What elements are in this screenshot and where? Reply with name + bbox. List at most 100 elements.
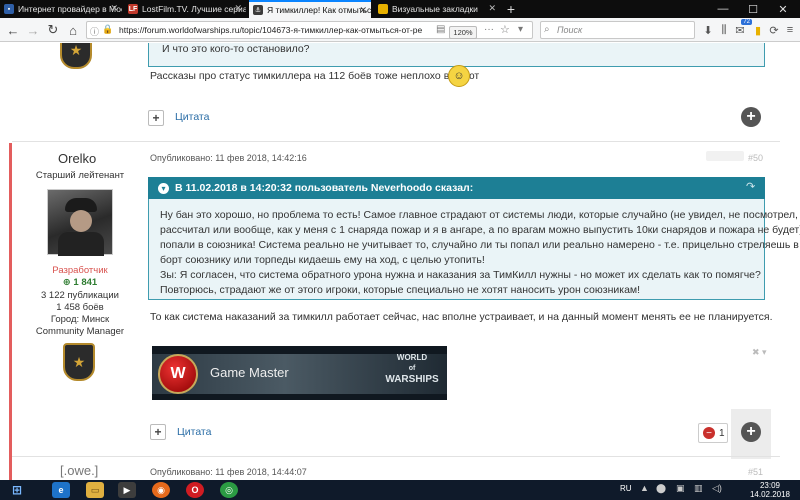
quote-link[interactable]: Цитата bbox=[175, 111, 209, 123]
forum-page: ★ И что это кого-то остановило? Рассказы… bbox=[0, 43, 800, 480]
explorer-icon[interactable]: ▭ bbox=[86, 482, 104, 498]
reputation-icon: ⊕ bbox=[62, 277, 74, 288]
lostfilm-icon: LF bbox=[128, 4, 138, 14]
chevron-down-icon[interactable]: ▾ bbox=[158, 182, 169, 194]
post-divider bbox=[12, 141, 780, 142]
reader-view-icon[interactable]: ▤ bbox=[436, 24, 445, 35]
quote-header: ▾ В 11.02.2018 в 14:20:32 пользователь N… bbox=[148, 177, 765, 199]
folder-icon: ▪ bbox=[4, 4, 14, 14]
chrome-icon[interactable]: ◎ bbox=[220, 482, 238, 498]
reputation: ⊕ 1 841 bbox=[62, 277, 98, 288]
forward-button[interactable]: → bbox=[24, 21, 42, 39]
emoji-icon: ☺ bbox=[448, 65, 470, 87]
quote-tail-text: И что это кого-то остановило? bbox=[162, 43, 310, 55]
publications-count: 3 122 публикации bbox=[41, 290, 119, 301]
quote-line: рассчитал или вообще, как у меня с 1 сна… bbox=[160, 224, 800, 236]
next-author-name[interactable]: [.owe.] bbox=[60, 463, 98, 478]
info-icon[interactable]: ⓘ bbox=[90, 25, 99, 38]
multiquote-button[interactable]: + bbox=[148, 110, 164, 126]
post-divider bbox=[12, 456, 780, 457]
rank-badge-icon: ★ bbox=[60, 43, 92, 69]
post-number[interactable]: #50 bbox=[748, 153, 763, 163]
language-indicator[interactable]: RU bbox=[620, 484, 632, 493]
collapse-signature-icon[interactable]: ✖ ▾ bbox=[752, 347, 767, 358]
quote-line: Зы: Я согласен, что система обратного ур… bbox=[160, 269, 761, 281]
page-actions-icon[interactable]: ··· bbox=[484, 24, 494, 35]
signature-banner: W Game Master WORLD of WARSHIPS bbox=[152, 346, 447, 400]
reaction-counter[interactable]: − 1 bbox=[698, 423, 728, 443]
extension-icon[interactable]: 72 ✉ bbox=[732, 19, 752, 38]
quote-line: борт союзнику или торпеды кидаешь ему на… bbox=[160, 254, 485, 266]
tab-title: Визуальные закладки bbox=[392, 4, 478, 14]
zoom-indicator[interactable]: 120% bbox=[449, 26, 477, 39]
author-role: Разработчик bbox=[52, 265, 108, 276]
yandex-icon bbox=[378, 4, 388, 14]
lock-icon: 🔒 bbox=[102, 24, 114, 34]
media-player-icon[interactable]: ▶ bbox=[118, 482, 136, 498]
battles-count: 1 458 боёв bbox=[56, 302, 104, 313]
author-name[interactable]: Orelko bbox=[58, 151, 96, 166]
back-button[interactable]: ← bbox=[4, 21, 22, 39]
tab-forum-active[interactable]: ⚓ Я тимкиллер! Как отмыться от ✕ bbox=[249, 0, 371, 18]
action-center-icon[interactable]: ▣ bbox=[676, 483, 685, 494]
downloads-icon[interactable]: ⬇ bbox=[700, 22, 716, 38]
volume-icon[interactable]: ◁) bbox=[712, 483, 722, 494]
rank-badge-icon: ★ bbox=[63, 343, 95, 381]
wot-logo-icon: W bbox=[158, 354, 198, 394]
close-icon[interactable]: ✕ bbox=[110, 3, 118, 14]
tab-title: Интернет провайдер в Москв bbox=[18, 4, 122, 14]
tab-title: Я тимкиллер! Как отмыться от bbox=[267, 5, 371, 15]
search-input[interactable]: Поиск bbox=[540, 21, 695, 39]
sync-icon[interactable]: ⟳ bbox=[766, 22, 782, 38]
quote-line: Ну бан это хорошо, но проблема то есть! … bbox=[160, 209, 800, 221]
next-post-number[interactable]: #51 bbox=[748, 467, 763, 477]
system-clock[interactable]: 23:09 14.02.2018 bbox=[742, 481, 798, 499]
banner-title: Game Master bbox=[210, 365, 289, 380]
library-icon[interactable]: ⫼ bbox=[716, 22, 732, 38]
post-text: Рассказы про статус тимкиллера на 112 бо… bbox=[150, 70, 480, 82]
bookmark-star-icon[interactable]: ☆ bbox=[500, 23, 510, 36]
url-text: https://forum.worldofwarships.ru/topic/1… bbox=[119, 25, 423, 35]
tab-lostfilm[interactable]: LF LostFilm.TV. Лучшие сериал ✕ bbox=[124, 0, 246, 18]
new-tab-button[interactable]: + bbox=[502, 0, 520, 18]
tray-app-icon[interactable]: ⬤ bbox=[656, 483, 666, 494]
tab-bookmarks[interactable]: Визуальные закладки ✕ bbox=[374, 0, 500, 18]
share-icon[interactable]: ↷ bbox=[746, 180, 755, 193]
tab-title: LostFilm.TV. Лучшие сериал bbox=[142, 4, 246, 14]
minus-reaction-icon: − bbox=[703, 427, 715, 439]
yandex-ext-icon[interactable]: ▮ bbox=[750, 22, 766, 38]
wows-icon: ⚓ bbox=[253, 5, 263, 15]
start-button-icon[interactable]: ⊞ bbox=[6, 482, 28, 498]
minimize-button[interactable]: — bbox=[708, 0, 738, 18]
close-icon[interactable]: ✕ bbox=[234, 3, 242, 14]
wows-logo: WORLD of WARSHIPS bbox=[385, 353, 439, 385]
menu-icon[interactable]: ≡ bbox=[782, 22, 798, 38]
close-window-button[interactable]: ✕ bbox=[768, 0, 798, 18]
close-icon[interactable]: ✕ bbox=[359, 5, 367, 16]
search-icon: ⌕ bbox=[544, 24, 550, 35]
opera-icon[interactable]: O bbox=[186, 482, 204, 498]
author-rank: Старший лейтенант bbox=[35, 170, 125, 181]
add-reaction-button[interactable]: + bbox=[741, 422, 761, 442]
post-actions[interactable] bbox=[706, 151, 744, 161]
author-title: Community Manager bbox=[35, 326, 125, 337]
home-button[interactable]: ⌂ bbox=[64, 21, 82, 39]
tray-expand-icon[interactable]: ▲ bbox=[640, 483, 649, 493]
author-city: Город: Минск bbox=[50, 314, 110, 325]
dropdown-icon[interactable]: ▾ bbox=[518, 24, 523, 35]
post-date: Опубликовано: 11 фев 2018, 14:42:16 bbox=[150, 153, 307, 163]
ie-icon[interactable]: e bbox=[52, 482, 70, 498]
firefox-icon[interactable]: ◉ bbox=[152, 482, 170, 498]
quote-line: Повторюсь, страдают же от этого игроки, … bbox=[160, 284, 641, 296]
quote-link[interactable]: Цитата bbox=[177, 426, 211, 438]
multiquote-button[interactable]: + bbox=[150, 424, 166, 440]
reload-button[interactable]: ↻ bbox=[44, 21, 62, 39]
maximize-button[interactable]: ☐ bbox=[738, 0, 768, 18]
add-reaction-button[interactable]: + bbox=[741, 107, 761, 127]
avatar[interactable] bbox=[47, 189, 113, 256]
quote-line: попали в союзника! Система реально не уч… bbox=[160, 239, 799, 251]
close-icon[interactable]: ✕ bbox=[488, 3, 496, 14]
developer-post-stripe bbox=[9, 143, 12, 480]
network-icon[interactable]: ▥ bbox=[694, 483, 703, 494]
tab-provider[interactable]: ▪ Интернет провайдер в Москв ✕ bbox=[0, 0, 122, 18]
